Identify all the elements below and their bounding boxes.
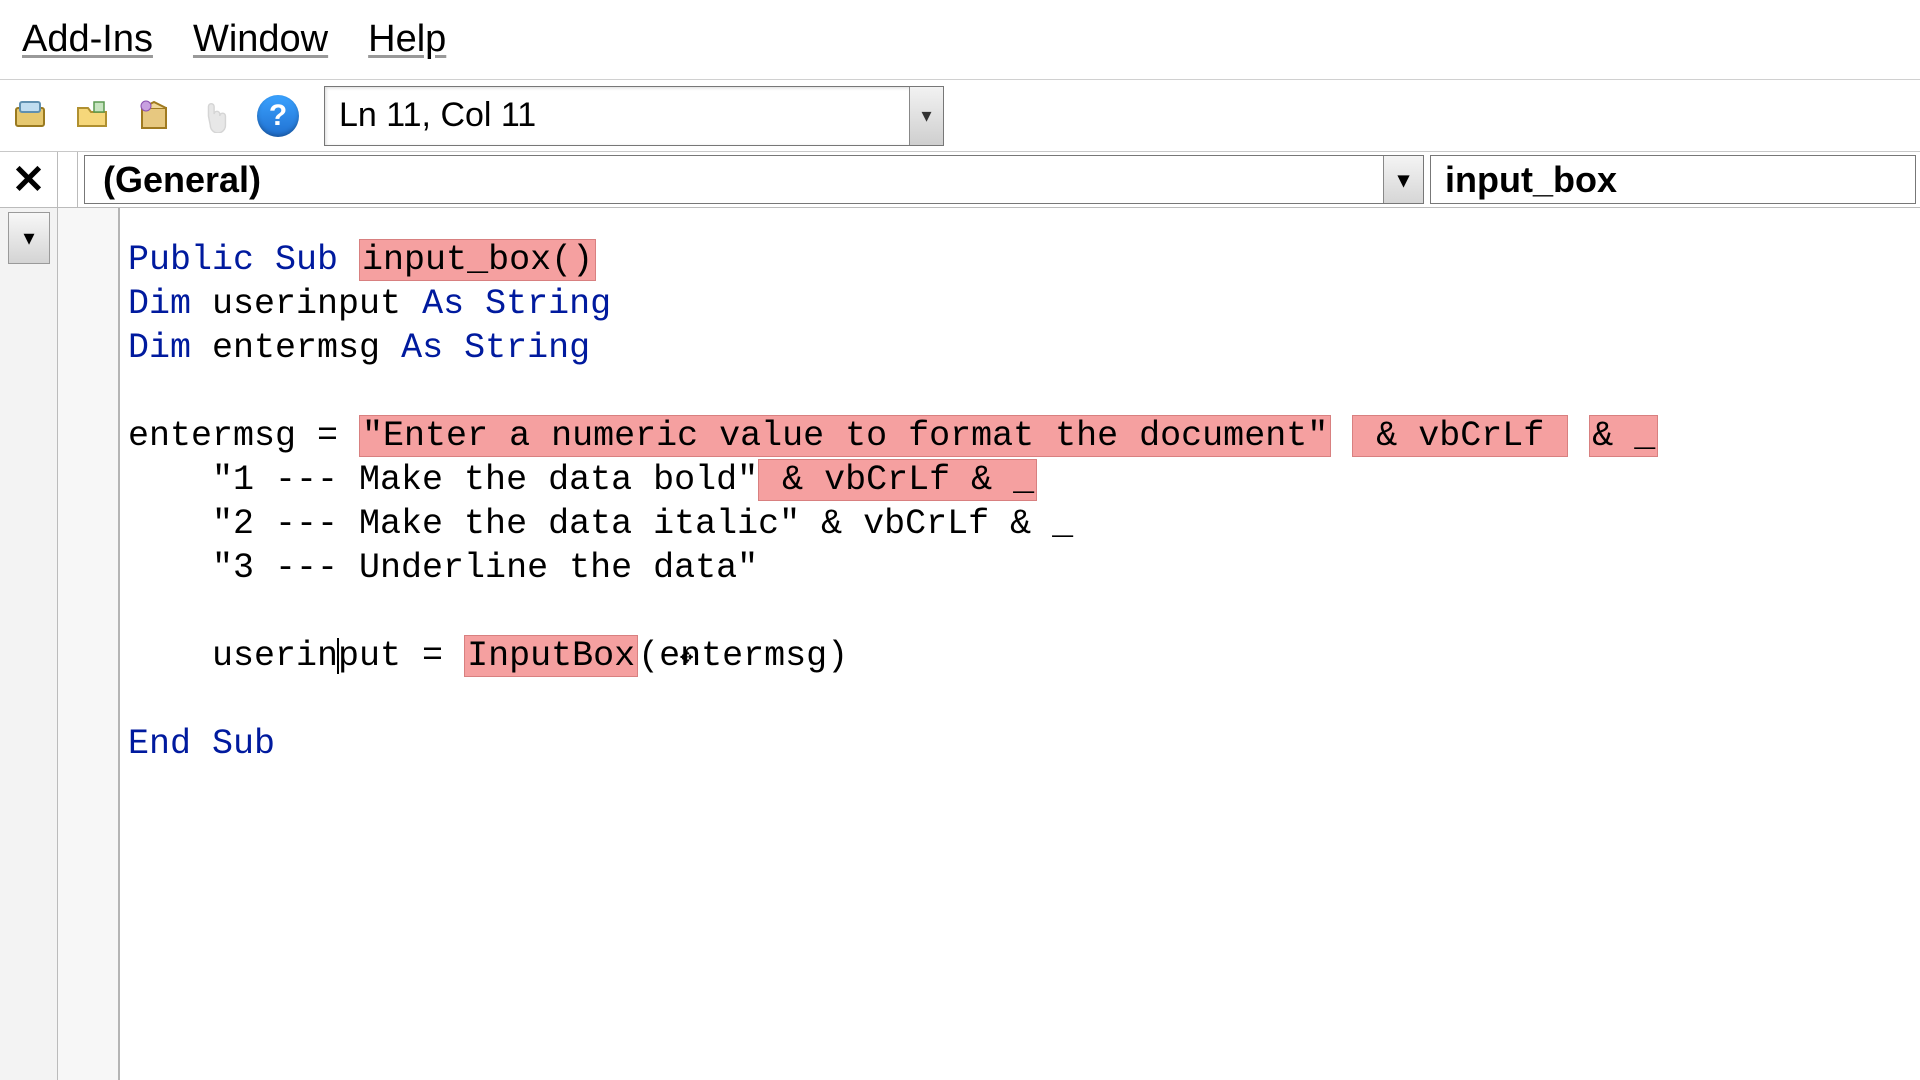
highlight-concat: & vbCrLf — [1352, 415, 1568, 457]
code-text: "1 --- Make the data bold" — [212, 460, 758, 500]
code-text: entermsg — [191, 328, 401, 368]
cursor-position-box[interactable]: Ln 11, Col 11 ▾ — [324, 86, 944, 146]
keyword: As String — [401, 328, 590, 368]
code-text: put = — [338, 636, 464, 676]
help-glyph: ? — [257, 95, 299, 137]
menu-window[interactable]: Window — [193, 18, 328, 61]
code-text: entermsg = — [128, 416, 359, 456]
code-text: "2 --- Make the data italic" — [212, 504, 800, 544]
close-pane-button[interactable]: ✕ — [0, 152, 58, 207]
package-icon[interactable] — [132, 94, 176, 138]
code-text: (entermsg) — [638, 636, 848, 676]
keyword: Public Sub — [128, 240, 359, 280]
highlight-sub-name: input_box() — [359, 239, 596, 281]
code-text — [128, 548, 212, 588]
code-text — [128, 504, 212, 544]
highlight-concat: & _ — [1589, 415, 1658, 457]
object-dropdown-value: (General) — [103, 159, 261, 201]
procedure-dropdown-value: input_box — [1445, 159, 1617, 201]
code-pane-header: ✕ (General) ▾ input_box — [0, 152, 1920, 208]
code-editor[interactable]: Public Sub input_box() Dim userinput As … — [120, 208, 1920, 1080]
code-text: & vbCrLf & _ — [800, 504, 1073, 544]
code-text — [128, 636, 212, 676]
menubar: Add-Ins Window Help — [0, 0, 1920, 80]
highlight-concat: & vbCrLf & _ — [758, 459, 1037, 501]
toolbar: ? Ln 11, Col 11 ▾ — [0, 80, 1920, 152]
code-text: userin — [212, 636, 338, 676]
keyword: Dim — [128, 328, 191, 368]
keyword: Dim — [128, 284, 191, 324]
splitter-handle-icon[interactable]: ▾ — [8, 212, 50, 264]
menu-addins[interactable]: Add-Ins — [22, 18, 153, 61]
highlight-function: InputBox — [464, 635, 638, 677]
highlight-string: "Enter a numeric value to format the doc… — [359, 415, 1331, 457]
editor-wrap: ▾ Public Sub input_box() Dim userinput A… — [0, 208, 1920, 1080]
header-spacer — [58, 152, 78, 207]
code-margin — [58, 208, 120, 1080]
menu-help[interactable]: Help — [368, 18, 446, 61]
keyword: As String — [422, 284, 611, 324]
code-text — [128, 460, 212, 500]
keyword: End Sub — [128, 724, 275, 764]
folder-open-icon[interactable] — [70, 94, 114, 138]
toolbox-icon[interactable] — [8, 94, 52, 138]
object-dropdown-button[interactable]: ▾ — [1383, 156, 1423, 203]
position-dropdown-button[interactable]: ▾ — [909, 87, 943, 145]
code-text: userinput — [191, 284, 422, 324]
hand-stop-icon — [194, 94, 238, 138]
code-text: "3 --- Underline the data" — [212, 548, 758, 588]
pane-splitter[interactable]: ▾ — [0, 208, 58, 1080]
object-dropdown[interactable]: (General) ▾ — [84, 155, 1424, 204]
procedure-dropdown[interactable]: input_box — [1430, 155, 1916, 204]
cursor-position-text: Ln 11, Col 11 — [339, 96, 536, 135]
help-icon[interactable]: ? — [256, 94, 300, 138]
